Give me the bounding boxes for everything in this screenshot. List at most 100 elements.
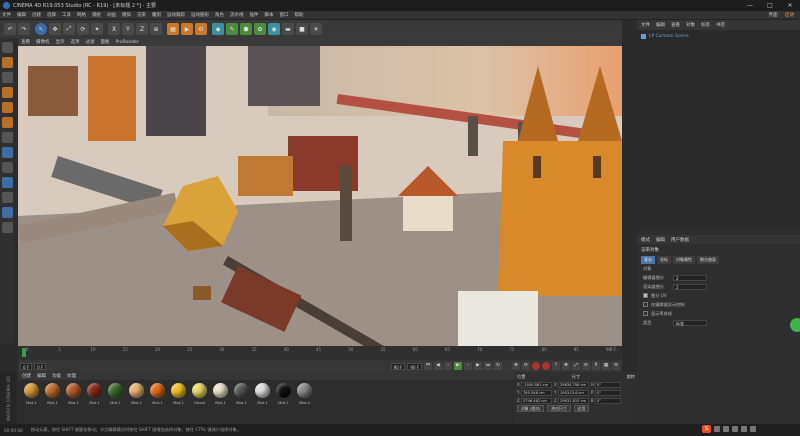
material-menu-item[interactable]: 编辑 — [37, 373, 46, 379]
pen-icon[interactable]: ✎ — [226, 23, 238, 35]
attribute-checkbox[interactable] — [643, 293, 648, 298]
material-swatch[interactable]: Mat.4 — [295, 383, 314, 405]
prev-key-icon[interactable]: ◀ — [434, 362, 442, 370]
attribute-menu-item[interactable]: 编辑 — [656, 237, 665, 243]
size-field[interactable]: 29631.815 cm — [558, 397, 589, 404]
max-frame-field[interactable]: 90 F — [390, 362, 406, 370]
record-icon[interactable] — [532, 362, 540, 370]
tray-icon-4[interactable] — [741, 426, 747, 432]
rotation-field[interactable]: 0° — [595, 381, 621, 388]
object-row[interactable]: LP Cartoon Scene — [641, 33, 796, 40]
point-key-icon[interactable]: ▦ — [602, 362, 610, 370]
autokey-icon[interactable] — [542, 362, 550, 370]
next-frame-icon[interactable]: › — [464, 362, 472, 370]
material-menu-item[interactable]: 创建 — [22, 373, 31, 379]
type-dropdown[interactable]: 标准 — [673, 319, 707, 326]
end-frame-field[interactable]: 90 F — [407, 362, 422, 370]
rotate-icon[interactable]: ⟳ — [77, 23, 89, 35]
menu-item[interactable]: 运动图形 — [191, 12, 209, 18]
tray-icon-1[interactable] — [714, 426, 720, 432]
material-menu-item[interactable]: 纹理 — [67, 373, 76, 379]
menu-item[interactable]: 流水线 — [230, 12, 244, 18]
ime-icon[interactable]: S — [702, 425, 711, 433]
menu-item[interactable]: 捕捉 — [92, 12, 101, 18]
undo-icon[interactable]: ↶ — [4, 23, 16, 35]
minimize-button[interactable]: — — [740, 0, 760, 11]
subdivision-icon[interactable]: ⬢ — [240, 23, 252, 35]
model-mode-icon[interactable] — [1, 42, 13, 53]
position-field[interactable]: 5746.462 cm — [521, 397, 552, 404]
menu-item[interactable]: 创建 — [32, 12, 41, 18]
material-swatch[interactable]: Mat.1 — [106, 383, 125, 405]
attribute-tab[interactable]: 细分曲面 — [697, 256, 719, 264]
menu-item[interactable]: 运动跟踪 — [167, 12, 185, 18]
coord-mode-select[interactable]: 对象 (相对) — [517, 405, 545, 412]
points-mode-icon[interactable] — [1, 87, 13, 98]
apply-button[interactable]: 应用 — [573, 405, 590, 412]
object-menu-item[interactable]: 书签 — [716, 22, 725, 28]
rotation-field[interactable]: 0° — [595, 397, 621, 404]
polygons-mode-icon[interactable] — [1, 117, 13, 128]
material-swatch[interactable]: Mat.1 — [148, 383, 167, 405]
maximize-button[interactable]: □ — [760, 0, 780, 11]
menu-item[interactable]: 渲染 — [137, 12, 146, 18]
edges-mode-icon[interactable] — [1, 102, 13, 113]
clapper-icon[interactable]: ▦ — [167, 23, 179, 35]
layout-select[interactable]: 启动 — [785, 12, 794, 18]
coord-system-icon[interactable]: ⊕ — [150, 23, 162, 35]
viewport-menu-item[interactable]: ProRender — [116, 40, 139, 45]
move-key-icon[interactable]: ✥ — [512, 362, 520, 370]
close-button[interactable]: ✕ — [780, 0, 800, 11]
camera-icon[interactable]: ■ — [296, 23, 308, 35]
redo-icon[interactable]: ↷ — [18, 23, 30, 35]
viewport-menu-item[interactable]: 选项 — [71, 39, 80, 45]
attribute-tab[interactable]: 坐标 — [657, 256, 671, 264]
attribute-menu-item[interactable]: 用户数据 — [671, 237, 689, 243]
goto-end-icon[interactable]: ⏭ — [484, 362, 492, 370]
size-mode-select[interactable]: 绝对尺寸 — [547, 405, 571, 412]
keyframe-selection-icon[interactable]: ? — [552, 362, 560, 370]
attribute-value-field[interactable]: 2 — [673, 283, 707, 290]
tweak-icon[interactable] — [1, 147, 13, 158]
solo-icon[interactable] — [1, 192, 13, 203]
attribute-tab[interactable]: 对象属性 — [673, 256, 695, 264]
menu-item[interactable]: 网格 — [77, 12, 86, 18]
position-key-icon[interactable]: ✥ — [562, 362, 570, 370]
paint-icon[interactable] — [1, 222, 13, 233]
object-menu-item[interactable]: 编辑 — [656, 22, 665, 28]
viewport-menu-item[interactable]: 过滤 — [86, 39, 95, 45]
object-menu-item[interactable]: 对象 — [686, 22, 695, 28]
rotation-field[interactable]: 0° — [595, 389, 621, 396]
attribute-menu-item[interactable]: 模式 — [641, 237, 650, 243]
timeline-window-icon[interactable]: ≡ — [612, 362, 620, 370]
material-swatch[interactable]: Mat.1 — [64, 383, 83, 405]
material-swatch[interactable]: Mat.1 — [211, 383, 230, 405]
menu-item[interactable]: 工具 — [62, 12, 71, 18]
next-key-icon[interactable]: ▶ — [474, 362, 482, 370]
move-icon[interactable]: ✥ — [49, 23, 61, 35]
menu-item[interactable]: 角色 — [215, 12, 224, 18]
material-swatch[interactable]: Mat.1 — [169, 383, 188, 405]
tray-icon-3[interactable] — [732, 426, 738, 432]
material-swatch[interactable]: Mat.1 — [22, 383, 41, 405]
workplane-icon[interactable] — [1, 72, 13, 83]
timeline-ruler[interactable]: 0 5 10 15 20 25 30 35 40 45 50 55 60 65 70 75 80 85 90 0 F — [18, 346, 622, 360]
tray-icon-5[interactable] — [750, 426, 756, 432]
material-swatch[interactable]: Mat.1 — [127, 383, 146, 405]
viewport-menu-item[interactable]: 面板 — [101, 39, 110, 45]
rotate-key-icon[interactable]: ⟳ — [522, 362, 530, 370]
3d-viewport[interactable]: 查看 摄像机 显示 选项 过滤 面板 ProRender — [18, 38, 622, 346]
sculpt-icon[interactable] — [1, 207, 13, 218]
menu-item[interactable]: 编辑 — [17, 12, 26, 18]
y-axis-icon[interactable]: Y — [122, 23, 134, 35]
param-key-icon[interactable]: P — [592, 362, 600, 370]
viewport-menu-item[interactable]: 查看 — [21, 39, 30, 45]
menu-item[interactable]: 模拟 — [122, 12, 131, 18]
x-axis-icon[interactable]: X — [108, 23, 120, 35]
material-swatch[interactable]: Mat.1 — [232, 383, 251, 405]
z-axis-icon[interactable]: Z — [136, 23, 148, 35]
goto-start-icon[interactable]: ⏮ — [424, 362, 432, 370]
light-icon[interactable]: ☀ — [310, 23, 322, 35]
object-menu-item[interactable]: 查看 — [671, 22, 680, 28]
deformer-icon[interactable]: ◉ — [268, 23, 280, 35]
